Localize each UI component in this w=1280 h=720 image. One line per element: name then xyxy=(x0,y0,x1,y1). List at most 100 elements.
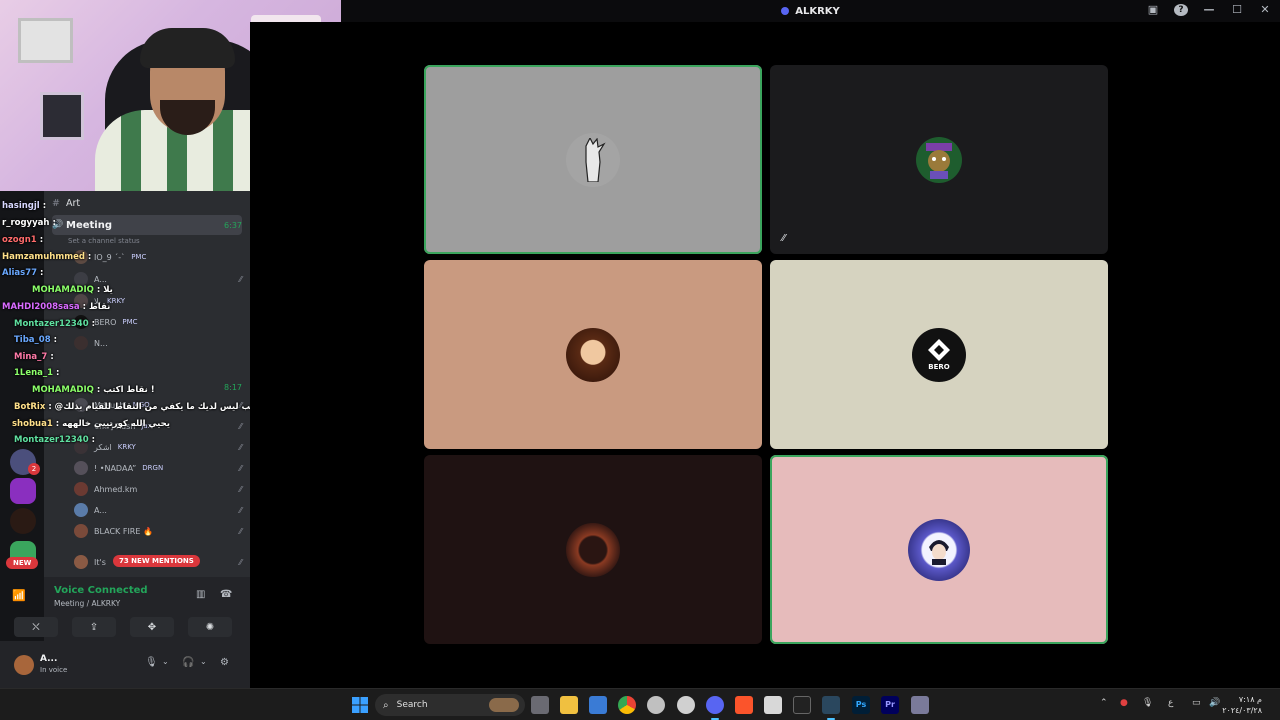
member-row[interactable]: N... xyxy=(74,333,242,353)
screen-share-icon: ⇪ xyxy=(89,621,99,633)
network-icon[interactable]: ▭ xyxy=(1192,698,1201,708)
start-button[interactable] xyxy=(351,696,369,714)
avatar xyxy=(74,555,88,569)
channel-time: 8:17 xyxy=(224,382,242,392)
screen: ALKRKY ▣ ? — ☐ ✕ 2 NEW # Art 🔊 Meeting 6… xyxy=(0,0,1280,720)
anime-boy-icon xyxy=(929,539,949,565)
file-explorer-icon[interactable] xyxy=(560,696,578,714)
taskbar-search[interactable]: ⌕ Search xyxy=(375,694,525,716)
microphone-icon[interactable]: 🎙 xyxy=(145,657,158,668)
steam-icon[interactable] xyxy=(822,696,840,714)
discord-taskbar-icon[interactable] xyxy=(706,696,724,714)
help-icon[interactable]: ? xyxy=(1174,3,1188,16)
tray-app-icon[interactable]: ● xyxy=(1120,698,1128,708)
headphones-icon[interactable]: 🎧 xyxy=(182,657,194,668)
maximize-button[interactable]: ☐ xyxy=(1230,3,1244,16)
voice-status[interactable]: Voice Connected xyxy=(54,585,148,596)
member-row[interactable]: €mr] Rush Jax ⁄⁄ xyxy=(74,416,242,436)
participant-avatar xyxy=(908,518,970,581)
soundboard-button[interactable]: ✺ xyxy=(188,617,232,637)
obs-icon[interactable] xyxy=(647,696,665,714)
app-icon[interactable] xyxy=(911,696,929,714)
capcut-icon[interactable] xyxy=(793,696,811,714)
volume-icon[interactable]: 🔊 xyxy=(1209,698,1220,708)
avatar xyxy=(74,524,88,538)
photoshop-icon[interactable]: Ps xyxy=(852,696,870,714)
chevron-down-icon[interactable]: ⌄ xyxy=(200,657,207,666)
task-view-icon[interactable] xyxy=(531,696,549,714)
participant-tile[interactable]: ⁄⁄ xyxy=(770,65,1108,254)
clock[interactable]: م ٧:١٨ ٢٠٢٤/٠٣/٢٨ xyxy=(1222,694,1262,716)
inbox-icon[interactable]: ▣ xyxy=(1146,3,1160,16)
hash-icon: # xyxy=(52,197,60,209)
minimize-button[interactable]: — xyxy=(1202,3,1216,16)
participant-avatar xyxy=(916,136,962,183)
play-button-plaque xyxy=(18,18,73,63)
server-list: 2 NEW xyxy=(0,191,44,688)
voice-location[interactable]: Meeting / ALKRKY xyxy=(54,599,120,608)
mic-muted-icon: ⁄⁄ xyxy=(239,484,242,494)
mic-muted-icon: ⁄⁄ xyxy=(239,442,242,452)
member-row[interactable]: ! •NADAA” DRGN ⁄⁄ xyxy=(74,458,242,478)
member-row[interactable]: BERO PMC xyxy=(74,312,242,332)
category-art[interactable]: # Art xyxy=(52,193,242,213)
microsoft-store-icon[interactable] xyxy=(589,696,607,714)
streamer-bandana xyxy=(140,28,235,68)
camera-button[interactable]: ⛌ xyxy=(14,617,58,637)
microphone-tray-icon[interactable]: 🎙 xyxy=(1142,698,1153,708)
settings-gear-icon[interactable]: ⚙ xyxy=(220,657,229,668)
user-panel: A... In voice 🎙 ⌄ 🎧 ⌄ ⚙ xyxy=(0,641,250,688)
activities-button[interactable]: ✥ xyxy=(130,617,174,637)
screen-share-button[interactable]: ⇪ xyxy=(72,617,116,637)
voice-stage: ⁄⁄ BERO xyxy=(250,22,1280,688)
member-row[interactable]: A... ⁄⁄ xyxy=(74,269,242,289)
mic-muted-icon: ⁄⁄ xyxy=(239,463,242,473)
chevron-down-icon[interactable]: ⌄ xyxy=(162,657,169,666)
member-row[interactable]: IO_9 ´-` PMC xyxy=(74,247,242,267)
window-title: ALKRKY xyxy=(795,5,840,17)
new-badge[interactable]: NEW xyxy=(6,557,39,569)
participant-tile[interactable] xyxy=(424,260,762,449)
user-avatar[interactable] xyxy=(14,655,34,675)
avatar xyxy=(74,398,88,412)
member-row[interactable]: اشكر KRKY ⁄⁄ xyxy=(74,437,242,457)
noise-suppression-icon[interactable]: ▥ xyxy=(196,589,205,600)
server-icon[interactable] xyxy=(10,478,36,504)
settings-icon[interactable] xyxy=(677,696,695,714)
avatar xyxy=(74,250,88,264)
avatar xyxy=(74,440,88,454)
anime-character-icon xyxy=(585,137,606,182)
mic-muted-icon: ⁄⁄ xyxy=(239,400,242,410)
search-icon: ⌕ xyxy=(383,699,389,711)
participant-tile[interactable] xyxy=(424,65,762,254)
brave-icon[interactable] xyxy=(735,696,753,714)
window-controls: ▣ ? — ☐ ✕ xyxy=(1146,3,1272,16)
member-row[interactable]: BLACK FIRE 🔥 ⁄⁄ xyxy=(74,521,242,541)
member-row[interactable]: بلا KRKY xyxy=(74,291,242,311)
close-button[interactable]: ✕ xyxy=(1258,3,1272,16)
participant-tile[interactable] xyxy=(424,455,762,644)
language-indicator[interactable]: ع xyxy=(1168,698,1173,708)
avatar xyxy=(74,272,88,286)
server-icon[interactable] xyxy=(10,508,36,534)
user-name[interactable]: A... xyxy=(40,654,57,664)
mic-muted-icon: ⁄⁄ xyxy=(239,526,242,536)
participant-tile[interactable]: BERO xyxy=(770,260,1108,449)
app-icon[interactable] xyxy=(764,696,782,714)
participant-tile[interactable] xyxy=(770,455,1108,644)
title-bar: ALKRKY ▣ ? — ☐ ✕ xyxy=(341,0,1280,22)
chrome-icon[interactable] xyxy=(618,696,636,714)
signal-icon[interactable]: 📶 xyxy=(12,589,26,602)
new-mentions-badge[interactable]: 73 NEW MENTIONS xyxy=(113,555,200,567)
premiere-icon[interactable]: Pr xyxy=(881,696,899,714)
chevron-up-icon[interactable]: ⌃ xyxy=(1100,698,1108,708)
member-row[interactable]: Mdsushi MGO ⁄⁄ xyxy=(74,395,242,415)
avatar xyxy=(74,461,88,475)
windows-logo-icon xyxy=(352,697,368,713)
member-row[interactable]: Ahmed.km ⁄⁄ xyxy=(74,479,242,499)
member-row[interactable]: A... ⁄⁄ xyxy=(74,500,242,520)
participant-avatar xyxy=(566,327,620,382)
avatar xyxy=(74,336,88,350)
camera-off-icon: ⛌ xyxy=(32,621,40,633)
disconnect-icon[interactable]: ☎ xyxy=(220,589,232,600)
